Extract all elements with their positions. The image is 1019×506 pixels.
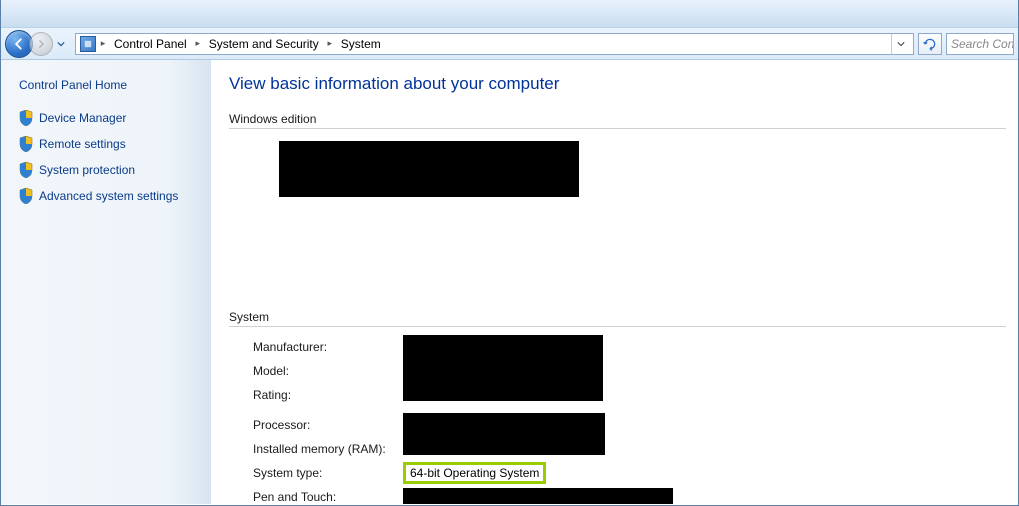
sidebar-link-label: Device Manager bbox=[39, 111, 126, 125]
breadcrumb-system[interactable]: System bbox=[337, 34, 385, 54]
sidebar-link-advanced-settings[interactable]: Advanced system settings bbox=[19, 188, 200, 204]
nav-buttons bbox=[5, 30, 71, 58]
section-header-windows-edition: Windows edition bbox=[229, 112, 1006, 129]
row-rating: Rating: bbox=[229, 383, 1006, 407]
breadcrumb-separator[interactable]: ▸ bbox=[193, 34, 203, 54]
row-system-type: System type: 64-bit Operating System bbox=[229, 461, 1006, 485]
control-panel-icon bbox=[80, 36, 96, 52]
address-dropdown[interactable] bbox=[891, 34, 909, 54]
label-rating: Rating: bbox=[253, 388, 403, 402]
row-pen-touch: Pen and Touch: bbox=[229, 485, 1006, 504]
label-manufacturer: Manufacturer: bbox=[253, 340, 403, 354]
section-header-system: System bbox=[229, 310, 1006, 327]
breadcrumb-control-panel[interactable]: Control Panel bbox=[110, 34, 191, 54]
sidebar-link-label: Advanced system settings bbox=[39, 189, 178, 203]
redacted-block bbox=[403, 488, 673, 504]
redacted-block bbox=[403, 413, 605, 455]
sidebar-link-remote-settings[interactable]: Remote settings bbox=[19, 136, 200, 152]
shield-icon bbox=[19, 162, 33, 178]
nav-history-dropdown[interactable] bbox=[55, 38, 67, 50]
label-processor: Processor: bbox=[253, 418, 403, 432]
redacted-block bbox=[279, 141, 579, 197]
search-placeholder: Search Cont bbox=[951, 37, 1014, 51]
page-title: View basic information about your comput… bbox=[229, 74, 1006, 94]
window-titlebar bbox=[1, 0, 1018, 28]
search-input[interactable]: Search Cont bbox=[946, 33, 1014, 55]
chevron-down-icon bbox=[57, 40, 65, 48]
main-panel: View basic information about your comput… bbox=[211, 60, 1018, 504]
chevron-down-icon bbox=[897, 40, 905, 48]
breadcrumb-label: System and Security bbox=[209, 37, 319, 51]
control-panel-home-link[interactable]: Control Panel Home bbox=[19, 78, 200, 92]
redacted-block bbox=[403, 335, 603, 401]
breadcrumb-label: System bbox=[341, 37, 381, 51]
arrow-right-icon bbox=[36, 39, 46, 49]
row-ram: Installed memory (RAM): bbox=[229, 437, 1006, 461]
label-pen-touch: Pen and Touch: bbox=[253, 490, 403, 504]
label-model: Model: bbox=[253, 364, 403, 378]
content-area: Control Panel Home Device Manager Remote… bbox=[1, 60, 1018, 504]
toolbar: ▸ Control Panel ▸ System and Security ▸ … bbox=[1, 28, 1018, 60]
label-system-type: System type: bbox=[253, 466, 403, 480]
breadcrumb-separator[interactable]: ▸ bbox=[325, 34, 335, 54]
sidebar-link-system-protection[interactable]: System protection bbox=[19, 162, 200, 178]
row-model: Model: bbox=[229, 359, 1006, 383]
breadcrumb-label: Control Panel bbox=[114, 37, 187, 51]
shield-icon bbox=[19, 136, 33, 152]
shield-icon bbox=[19, 110, 33, 126]
sidebar-link-label: System protection bbox=[39, 163, 135, 177]
label-ram: Installed memory (RAM): bbox=[253, 442, 403, 456]
breadcrumb-system-security[interactable]: System and Security bbox=[205, 34, 323, 54]
refresh-icon bbox=[923, 37, 937, 51]
row-manufacturer: Manufacturer: bbox=[229, 335, 1006, 359]
value-system-type: 64-bit Operating System bbox=[403, 462, 546, 484]
breadcrumb-separator[interactable]: ▸ bbox=[98, 34, 108, 54]
forward-button[interactable] bbox=[29, 32, 53, 56]
address-bar[interactable]: ▸ Control Panel ▸ System and Security ▸ … bbox=[75, 33, 914, 55]
sidebar-link-label: Remote settings bbox=[39, 137, 126, 151]
sidebar: Control Panel Home Device Manager Remote… bbox=[1, 60, 211, 504]
arrow-left-icon bbox=[12, 37, 26, 51]
sidebar-link-device-manager[interactable]: Device Manager bbox=[19, 110, 200, 126]
refresh-button[interactable] bbox=[918, 33, 942, 55]
row-processor: Processor: bbox=[229, 413, 1006, 437]
shield-icon bbox=[19, 188, 33, 204]
